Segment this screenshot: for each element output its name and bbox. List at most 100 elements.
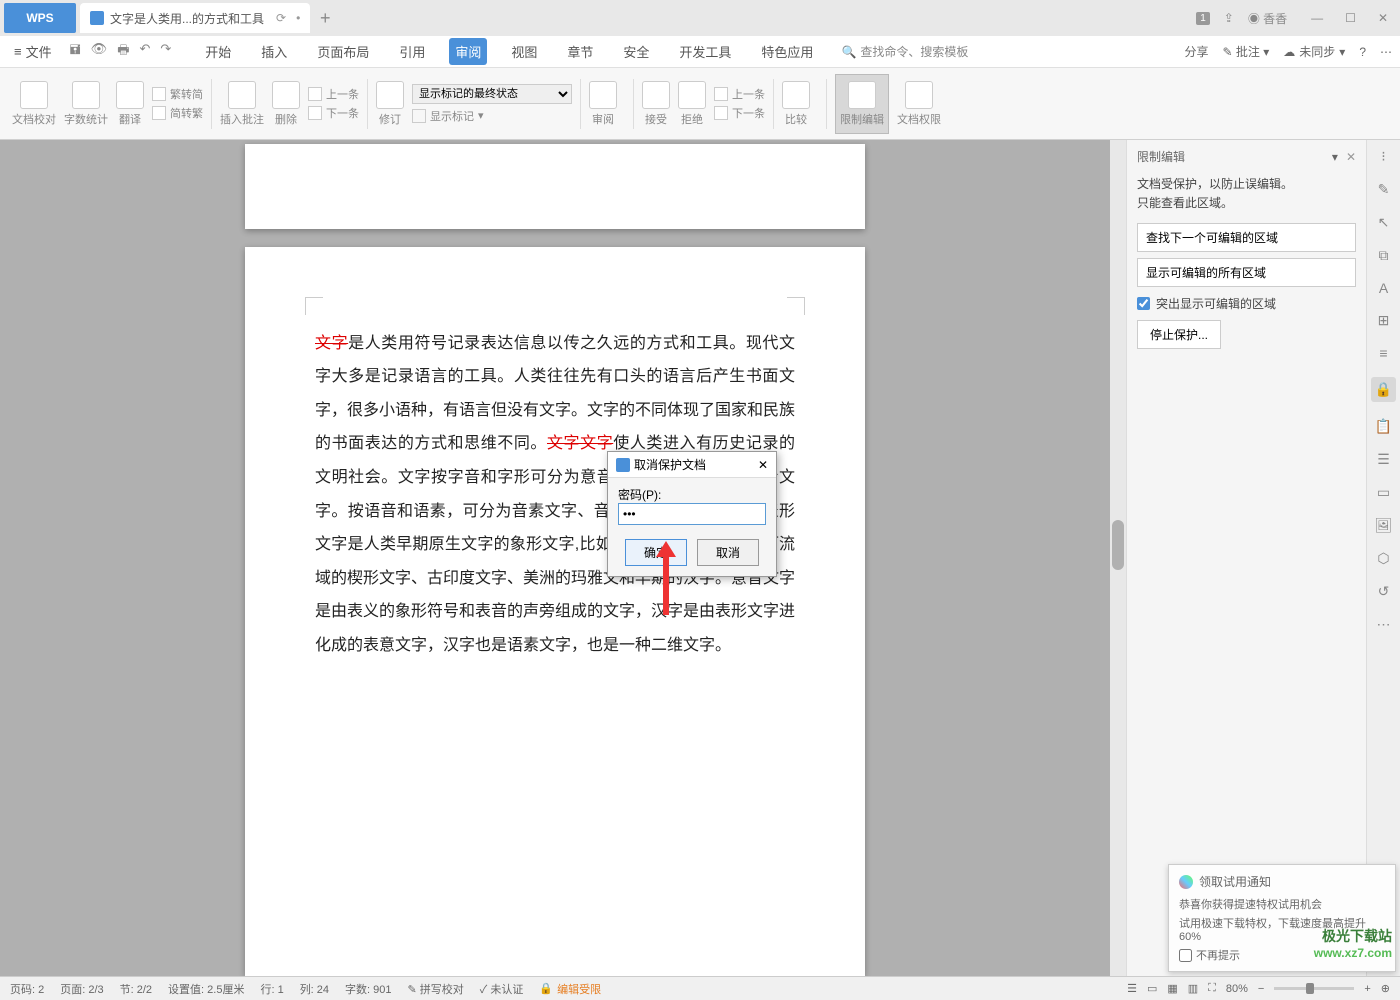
toolbar-font-icon[interactable]: A <box>1379 280 1388 296</box>
document-tab[interactable]: 文字是人类用...的方式和工具 ⟳ • <box>80 3 310 33</box>
ribbon-proofread[interactable]: 文档校对 <box>12 81 56 127</box>
maximize-icon[interactable]: ☐ <box>1345 11 1356 25</box>
refresh-icon[interactable]: ⟳ <box>276 11 286 25</box>
zoom-out-icon[interactable]: − <box>1258 983 1264 995</box>
status-col[interactable]: 列: 24 <box>300 981 329 997</box>
dialog-close-icon[interactable]: ✕ <box>758 458 768 472</box>
status-page[interactable]: 页面: 2/3 <box>60 981 103 997</box>
notification-badge[interactable]: 1 <box>1196 12 1210 25</box>
ribbon-doc-permission[interactable]: 文档权限 <box>897 81 941 127</box>
ribbon-prev-change[interactable]: 上一条 <box>714 86 765 102</box>
menu-reference[interactable]: 引用 <box>393 38 431 65</box>
ribbon-next-change[interactable]: 下一条 <box>714 105 765 121</box>
menu-review[interactable]: 审阅 <box>449 38 487 65</box>
annotate-button[interactable]: ✎ 批注 ▾ <box>1223 43 1270 60</box>
ribbon-review[interactable]: 审阅 <box>589 81 617 127</box>
search-command[interactable]: 🔍 查找命令、搜索模板 <box>841 43 968 60</box>
toolbar-share-icon[interactable]: ☰ <box>1377 451 1390 468</box>
view-web-icon[interactable]: ▦ <box>1167 982 1177 995</box>
ribbon-trad2simp[interactable]: 简转繁 <box>152 105 203 121</box>
ribbon-revise[interactable]: 修订 <box>376 81 404 127</box>
close-tab-icon[interactable]: • <box>296 11 300 25</box>
toolbar-lock-icon[interactable]: 🔒 <box>1371 377 1396 402</box>
status-proofread[interactable]: ✎ 拼写校对 <box>408 981 464 997</box>
minimize-icon[interactable]: — <box>1311 11 1323 25</box>
ribbon-delete[interactable]: 删除 <box>272 81 300 127</box>
toolbar-list-icon[interactable]: ≡ <box>1379 345 1387 361</box>
ribbon-compare[interactable]: 比较 <box>782 81 810 127</box>
ribbon-track-dropdown[interactable]: 显示标记的最终状态 <box>412 84 572 104</box>
qat-undo-icon[interactable]: ↶ <box>139 41 150 63</box>
ribbon-insert-comment[interactable]: 插入批注 <box>220 81 264 127</box>
status-words[interactable]: 字数: 901 <box>345 981 391 997</box>
ribbon-show-marks[interactable]: 显示标记 ▾ <box>412 108 572 124</box>
find-next-editable-button[interactable]: 查找下一个可编辑的区域 <box>1137 223 1356 252</box>
highlight-editable-checkbox[interactable]: 突出显示可编辑的区域 <box>1137 295 1356 312</box>
sync-status[interactable]: ☁ 未同步 ▾ <box>1283 43 1345 60</box>
add-tab-button[interactable]: + <box>310 3 340 33</box>
toolbar-table-icon[interactable]: ⊞ <box>1378 312 1390 329</box>
notif-dont-show-checkbox[interactable]: 不再提示 <box>1179 947 1385 963</box>
ribbon-accept[interactable]: 接受 <box>642 81 670 127</box>
ribbon-reject[interactable]: 拒绝 <box>678 81 706 127</box>
panel-close-icon[interactable]: ✕ <box>1346 150 1356 164</box>
collapse-ribbon-icon[interactable]: ⋯ <box>1380 45 1392 59</box>
vertical-scrollbar[interactable] <box>1110 140 1126 976</box>
view-read-icon[interactable]: ▥ <box>1188 982 1198 995</box>
zoom-value[interactable]: 80% <box>1226 983 1248 995</box>
show-all-editable-button[interactable]: 显示可编辑的所有区域 <box>1137 258 1356 287</box>
qat-print-preview-icon[interactable]: 👁 <box>91 41 108 63</box>
user-avatar[interactable]: ◉ 香香 <box>1248 10 1287 27</box>
ok-button[interactable]: 确定 <box>625 539 687 566</box>
wps-logo[interactable]: WPS <box>4 3 76 33</box>
toolbar-history-icon[interactable]: ↺ <box>1378 583 1390 600</box>
qat-redo-icon[interactable]: ↷ <box>160 41 171 63</box>
status-page-no[interactable]: 页码: 2 <box>10 981 44 997</box>
close-window-icon[interactable]: ✕ <box>1378 11 1388 25</box>
status-line[interactable]: 行: 1 <box>260 981 283 997</box>
stop-protection-button[interactable]: 停止保护... <box>1137 320 1221 349</box>
view-page-icon[interactable]: ▭ <box>1147 982 1157 995</box>
toolbar-clipboard-icon[interactable]: 📋 <box>1375 418 1392 435</box>
view-fullscreen-icon[interactable]: ⛶ <box>1208 982 1216 995</box>
toolbar-layout-icon[interactable]: ▭ <box>1377 484 1390 501</box>
toolbar-link-icon[interactable]: ⧉ <box>1379 247 1389 264</box>
ribbon-restrict-edit[interactable]: 限制编辑 <box>835 74 889 134</box>
status-edit-restricted[interactable]: 🔒 编辑受限 <box>539 981 601 997</box>
cancel-button[interactable]: 取消 <box>697 539 759 566</box>
highlight-checkbox-input[interactable] <box>1137 297 1150 310</box>
help-icon[interactable]: ? <box>1359 45 1366 59</box>
qat-save-icon[interactable]: 🖬 <box>70 41 81 63</box>
toolbar-settings-icon[interactable]: ⬡ <box>1377 550 1389 567</box>
menu-insert[interactable]: 插入 <box>255 38 293 65</box>
status-setval[interactable]: 设置值: 2.5厘米 <box>168 981 244 997</box>
fit-page-icon[interactable]: ⊕ <box>1381 982 1390 995</box>
menu-special[interactable]: 特色应用 <box>755 38 819 65</box>
file-menu[interactable]: ≡ 文件 <box>8 42 58 61</box>
ribbon-prev-comment[interactable]: 上一条 <box>308 86 359 102</box>
ribbon-wordcount[interactable]: 字数统计 <box>64 81 108 127</box>
ribbon-translate[interactable]: 翻译 <box>116 81 144 127</box>
toolbar-handle-icon[interactable]: ⁝ <box>1381 148 1385 165</box>
menu-devtools[interactable]: 开发工具 <box>673 38 737 65</box>
toolbar-more-icon[interactable]: ⋯ <box>1377 616 1391 633</box>
password-input[interactable] <box>618 503 766 525</box>
toolbar-image-icon[interactable]: 🖼 <box>1375 517 1393 534</box>
menu-layout[interactable]: 页面布局 <box>311 38 375 65</box>
zoom-slider[interactable] <box>1274 987 1354 990</box>
menu-view[interactable]: 视图 <box>505 38 543 65</box>
zoom-in-icon[interactable]: + <box>1364 983 1370 995</box>
scrollbar-thumb[interactable] <box>1112 520 1124 570</box>
ribbon-next-comment[interactable]: 下一条 <box>308 105 359 121</box>
status-section[interactable]: 节: 2/2 <box>120 981 152 997</box>
share-button[interactable]: 分享 <box>1184 43 1208 60</box>
apps-icon[interactable]: ⇪ <box>1224 11 1234 25</box>
menu-chapter[interactable]: 章节 <box>561 38 599 65</box>
ribbon-simp2trad[interactable]: 繁转简 <box>152 86 203 102</box>
toolbar-cursor-icon[interactable]: ↖ <box>1378 214 1390 231</box>
menu-start[interactable]: 开始 <box>199 38 237 65</box>
qat-print-icon[interactable]: 🖶 <box>117 41 129 63</box>
view-outline-icon[interactable]: ☰ <box>1127 982 1137 995</box>
menu-security[interactable]: 安全 <box>617 38 655 65</box>
toolbar-pen-icon[interactable]: ✎ <box>1378 181 1390 198</box>
